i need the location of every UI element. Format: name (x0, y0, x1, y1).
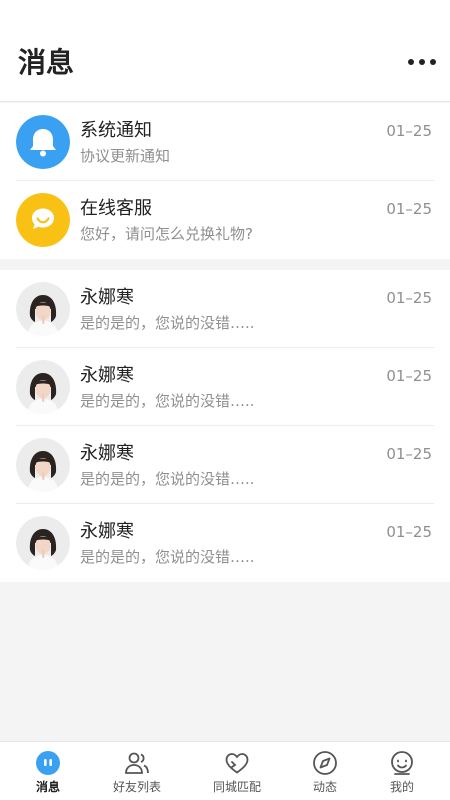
message-preview: 是的是的，您说的没错….. (80, 392, 255, 410)
list-item[interactable]: 永娜寒 是的是的，您说的没错….. 01–25 (0, 270, 450, 348)
conversation-list: 永娜寒 是的是的，您说的没错….. 01–25 永娜寒 是的是的，您说的没错….… (0, 270, 450, 582)
tab-label: 消息 (35, 780, 60, 794)
timestamp: 01–25 (386, 367, 432, 385)
tab-messages[interactable]: 消息 (10, 742, 86, 800)
tab-label: 好友列表 (112, 780, 161, 794)
compass-icon (312, 750, 338, 776)
avatar (16, 516, 70, 570)
profile-icon (389, 750, 415, 776)
conversation-name: 永娜寒 (80, 443, 134, 464)
timestamp: 01–25 (386, 445, 432, 463)
avatar (16, 282, 70, 336)
timestamp: 01–25 (386, 200, 432, 218)
avatar (16, 438, 70, 492)
list-item-system-notice[interactable]: 系统通知 协议更新通知 01–25 (0, 103, 450, 181)
conversation-name: 在线客服 (80, 198, 152, 219)
heart-icon (224, 750, 250, 776)
more-icon[interactable] (408, 52, 436, 72)
conversation-name: 系统通知 (80, 120, 152, 141)
system-messages-section: 系统通知 协议更新通知 01–25 在线客服 您好，请问怎么兑换礼物? 01–2… (0, 103, 450, 259)
message-icon (35, 750, 61, 776)
list-item[interactable]: 永娜寒 是的是的，您说的没错….. 01–25 (0, 426, 450, 504)
list-item-customer-service[interactable]: 在线客服 您好，请问怎么兑换礼物? 01–25 (0, 181, 450, 259)
tab-label: 我的 (389, 780, 414, 794)
timestamp: 01–25 (386, 122, 432, 140)
list-item[interactable]: 永娜寒 是的是的，您说的没错….. 01–25 (0, 504, 450, 582)
tab-friends[interactable]: 好友列表 (98, 742, 176, 800)
message-preview: 是的是的，您说的没错….. (80, 548, 255, 566)
tab-moments[interactable]: 动态 (290, 742, 360, 800)
page-title: 消息 (18, 46, 75, 79)
timestamp: 01–25 (386, 523, 432, 541)
message-preview: 是的是的，您说的没错….. (80, 314, 255, 332)
tab-label: 同城匹配 (212, 780, 261, 794)
tab-local-match[interactable]: 同城匹配 (198, 742, 276, 800)
chat-bubble-icon (16, 193, 70, 247)
avatar (16, 360, 70, 414)
friends-icon (124, 750, 150, 776)
list-item[interactable]: 永娜寒 是的是的，您说的没错….. 01–25 (0, 348, 450, 426)
message-preview: 是的是的，您说的没错….. (80, 470, 255, 488)
header: 消息 (0, 0, 450, 102)
conversation-name: 永娜寒 (80, 521, 134, 542)
message-preview: 您好，请问怎么兑换礼物? (80, 225, 253, 243)
conversation-name: 永娜寒 (80, 365, 134, 386)
tab-label: 动态 (312, 780, 337, 794)
message-preview: 协议更新通知 (80, 147, 171, 165)
bell-icon (16, 115, 70, 169)
bottom-tab-bar: 消息 好友列表 同城匹配 动态 我的 (0, 741, 450, 800)
timestamp: 01–25 (386, 289, 432, 307)
tab-me[interactable]: 我的 (370, 742, 434, 800)
conversation-name: 永娜寒 (80, 287, 134, 308)
